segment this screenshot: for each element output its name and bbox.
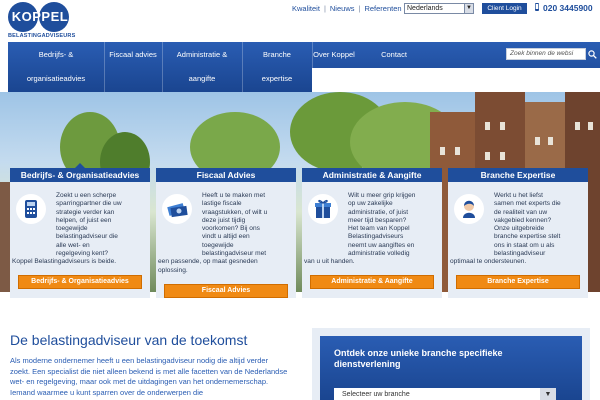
logo[interactable]: KOPPEL BELASTINGADVISEURS	[8, 2, 76, 40]
card-description: Wilt u meer grip krijgen op uw zakelijke…	[304, 192, 416, 266]
top-link-referenten[interactable]: Referenten	[364, 4, 401, 13]
language-selected: Nederlands	[407, 5, 443, 12]
service-card-bedrijfsadvies: Bedrijfs- & Organisatieadvies Zoekt u ee…	[10, 163, 150, 298]
nav-item-fiscaal-advies[interactable]: Fiscaal advies	[104, 42, 162, 92]
language-select[interactable]: Nederlands ▼	[404, 3, 474, 14]
card-description: Zoekt u een scherpe sparringpartner die …	[12, 192, 122, 266]
service-card-branche: Branche Expertise Werkt u het liefst sam…	[448, 168, 588, 298]
branche-expertise-button[interactable]: Branche Expertise	[456, 275, 580, 289]
branche-promo: Ontdek onze unieke branche specifieke di…	[312, 328, 590, 400]
logo-text: KOPPEL	[11, 9, 69, 24]
client-login-button[interactable]: Client Login	[482, 3, 527, 14]
phone-icon	[535, 3, 539, 11]
card-title[interactable]: Bedrijfs- & Organisatieadvies	[10, 168, 150, 182]
nav-item-bedrijfs-organisatieadvies[interactable]: Bedrijfs- & organisatieadvies	[8, 42, 104, 92]
card-description: Werkt u het liefst samen met experts die…	[450, 192, 561, 266]
top-links: Kwaliteit | Nieuws | Referenten	[292, 4, 402, 13]
page-title: De belastingadviseur van de toekomst	[10, 332, 248, 348]
bedrijfs-organisatieadvies-button[interactable]: Bedrijfs- & Organisatieadvies	[18, 275, 142, 289]
service-card-administratie: Administratie & Aangifte Wilt u meer gri…	[302, 168, 442, 298]
card-title[interactable]: Fiscaal Advies	[156, 168, 296, 182]
chevron-down-icon: ▼	[464, 4, 473, 13]
card-title[interactable]: Administratie & Aangifte	[302, 168, 442, 182]
header: KOPPEL BELASTINGADVISEURS Kwaliteit | Ni…	[0, 0, 600, 42]
service-card-fiscaal-advies: Fiscaal Advies Heeft u te maken met last…	[156, 168, 296, 298]
phone-number[interactable]: 020 3445900	[534, 3, 593, 13]
card-title[interactable]: Branche Expertise	[448, 168, 588, 182]
logo-subtitle: BELASTINGADVISEURS	[8, 33, 76, 39]
promo-title: Ontdek onze unieke branche specifieke di…	[334, 348, 503, 369]
logo-mark: KOPPEL	[8, 2, 70, 32]
fiscaal-advies-button[interactable]: Fiscaal Advies	[164, 284, 288, 298]
top-link-nieuws[interactable]: Nieuws	[330, 4, 355, 13]
chevron-down-icon: ▼	[540, 388, 556, 400]
branche-select[interactable]: Selecteer uw branche ▼	[334, 388, 556, 400]
top-link-kwaliteit[interactable]: Kwaliteit	[292, 4, 320, 13]
nav-item-administratie-aangifte[interactable]: Administratie & aangifte	[162, 42, 242, 92]
nav-item-branche-expertise[interactable]: Branche expertise	[242, 42, 312, 92]
search-icon[interactable]	[588, 50, 597, 59]
administratie-aangifte-button[interactable]: Administratie & Aangifte	[310, 275, 434, 289]
search-input[interactable]: Zoek binnen de websi	[506, 48, 597, 60]
intro-text: Als moderne ondernemer heeft u een belas…	[10, 356, 288, 397]
card-description: Heeft u te maken met lastige fiscale vra…	[158, 192, 268, 274]
